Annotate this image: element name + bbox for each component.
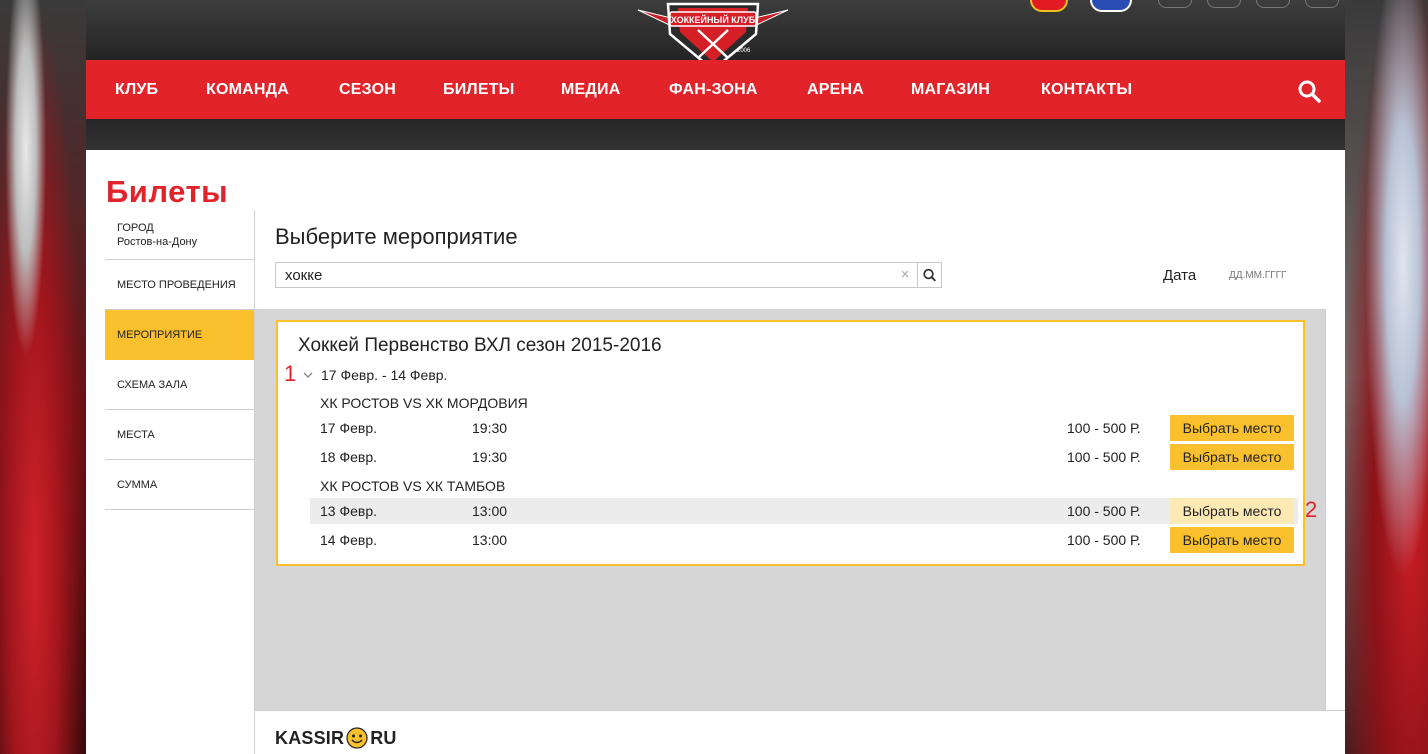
nav-item-tickets[interactable]: БИЛЕТЫ (443, 81, 515, 99)
step-event[interactable]: МЕРОПРИЯТИЕ (105, 310, 255, 360)
content-title: Выберите мероприятие (275, 224, 518, 249)
page-title: Билеты (106, 174, 229, 209)
event-title: Хоккей Первенство ВХЛ сезон 2015-2016 (298, 335, 662, 356)
smiley-icon (346, 727, 368, 749)
nav-item-arena[interactable]: АРЕНА (807, 81, 864, 99)
panel-border (1325, 309, 1326, 710)
chevron-down-icon (303, 372, 313, 378)
nav-item-fan-zone[interactable]: ФАН-ЗОНА (669, 81, 758, 99)
session-row: 14 Февр. 13:00 100 - 500 Р. Выбрать мест… (310, 527, 1298, 553)
session-row: 17 Февр. 19:30 100 - 500 Р. Выбрать мест… (310, 415, 1298, 441)
search-input[interactable] (276, 263, 888, 287)
session-time: 19:30 (472, 420, 508, 436)
session-price: 100 - 500 Р. (1067, 449, 1141, 465)
nav-item-club[interactable]: КЛУБ (115, 81, 158, 99)
step-hall-scheme[interactable]: СХЕМА ЗАЛА (105, 360, 255, 410)
select-seat-button[interactable]: Выбрать место (1170, 444, 1294, 470)
social-icon[interactable] (1207, 0, 1241, 8)
background-photo-left (0, 0, 86, 754)
social-links (1158, 0, 1339, 8)
search-button[interactable] (917, 263, 941, 287)
background-photo-right (1344, 0, 1428, 754)
footer-divider (255, 710, 1345, 711)
kassir-logo-domain: RU (370, 727, 397, 748)
date-label: Дата (1163, 267, 1197, 284)
session-date: 14 Февр. (320, 532, 378, 548)
session-price: 100 - 500 Р. (1067, 503, 1141, 519)
main-content: Билеты ГОРОД Ростов-на-Дону МЕСТО ПРОВЕД… (86, 150, 1345, 754)
step-venue[interactable]: МЕСТО ПРОВЕДЕНИЯ (105, 260, 255, 310)
step-total[interactable]: СУММА (105, 460, 255, 510)
main-navigation: КЛУБ КОМАНДА СЕЗОН БИЛЕТЫ МЕДИА ФАН-ЗОНА… (86, 60, 1345, 119)
session-time: 13:00 (472, 503, 508, 519)
select-seat-button[interactable]: Выбрать место (1170, 415, 1294, 441)
header-background-bottom (86, 119, 1345, 150)
step-value: Ростов-на-Дону (117, 235, 198, 248)
session-time: 13:00 (472, 532, 508, 548)
clear-search-icon[interactable]: × (896, 265, 914, 285)
kassir-logo[interactable]: KASSIR RU (275, 725, 397, 751)
select-seat-button[interactable]: Выбрать место (1170, 527, 1294, 553)
booking-steps: ГОРОД Ростов-на-Дону МЕСТО ПРОВЕДЕНИЯ МЕ… (105, 210, 255, 510)
step-label: МЕСТО ПРОВЕДЕНИЯ (117, 278, 236, 291)
session-price: 100 - 500 Р. (1067, 420, 1141, 436)
nav-item-season[interactable]: СЕЗОН (339, 81, 396, 99)
session-date: 18 Февр. (320, 449, 378, 465)
match-title: ХК РОСТОВ VS ХК ТАМБОВ (320, 478, 506, 494)
league-emblem-icon[interactable] (1090, 0, 1132, 12)
session-time: 19:30 (472, 449, 508, 465)
partner-flags (1030, 0, 1132, 14)
search-icon[interactable] (1297, 79, 1321, 103)
date-range-toggle[interactable]: 17 Февр. - 14 Февр. (302, 366, 447, 384)
step-label: МЕСТА (117, 428, 155, 441)
event-search: × (275, 262, 942, 288)
step-label: СХЕМА ЗАЛА (117, 378, 188, 391)
annotation-marker: 1 (284, 361, 297, 386)
nav-item-contacts[interactable]: КОНТАКТЫ (1041, 81, 1132, 99)
step-label: СУММА (117, 478, 158, 491)
logo-subtitle: ХОККЕЙНЫЙ КЛУБ (671, 14, 756, 25)
step-label: ГОРОД (117, 221, 154, 234)
kassir-logo-text: KASSIR (275, 727, 345, 748)
match-title: ХК РОСТОВ VS ХК МОРДОВИЯ (320, 395, 528, 411)
social-icon[interactable] (1158, 0, 1192, 8)
session-price: 100 - 500 Р. (1067, 532, 1141, 548)
federation-emblem-icon[interactable] (1030, 0, 1068, 12)
session-date: 13 Февр. (320, 503, 378, 519)
nav-item-shop[interactable]: МАГАЗИН (911, 81, 990, 99)
step-seats[interactable]: МЕСТА (105, 410, 255, 460)
step-label: МЕРОПРИЯТИЕ (117, 328, 203, 341)
nav-item-media[interactable]: МЕДИА (561, 81, 620, 99)
logo-year: 2006 (737, 48, 751, 54)
session-row-highlighted: 13 Февр. 13:00 100 - 500 Р. Выбрать мест… (310, 498, 1298, 524)
session-row: 18 Февр. 19:30 100 - 500 Р. Выбрать мест… (310, 444, 1298, 470)
social-icon[interactable] (1305, 0, 1339, 8)
select-seat-button[interactable]: Выбрать место (1170, 498, 1294, 524)
date-field[interactable] (1229, 264, 1315, 286)
date-range: 17 Февр. - 14 Февр. (321, 367, 448, 383)
social-icon[interactable] (1256, 0, 1290, 8)
annotation-marker: 2 (1305, 497, 1318, 522)
event-card: Хоккей Первенство ВХЛ сезон 2015-2016 1 … (276, 320, 1305, 566)
nav-item-team[interactable]: КОМАНДА (206, 81, 289, 99)
step-city[interactable]: ГОРОД Ростов-на-Дону (105, 210, 255, 260)
session-date: 17 Февр. (320, 420, 378, 436)
